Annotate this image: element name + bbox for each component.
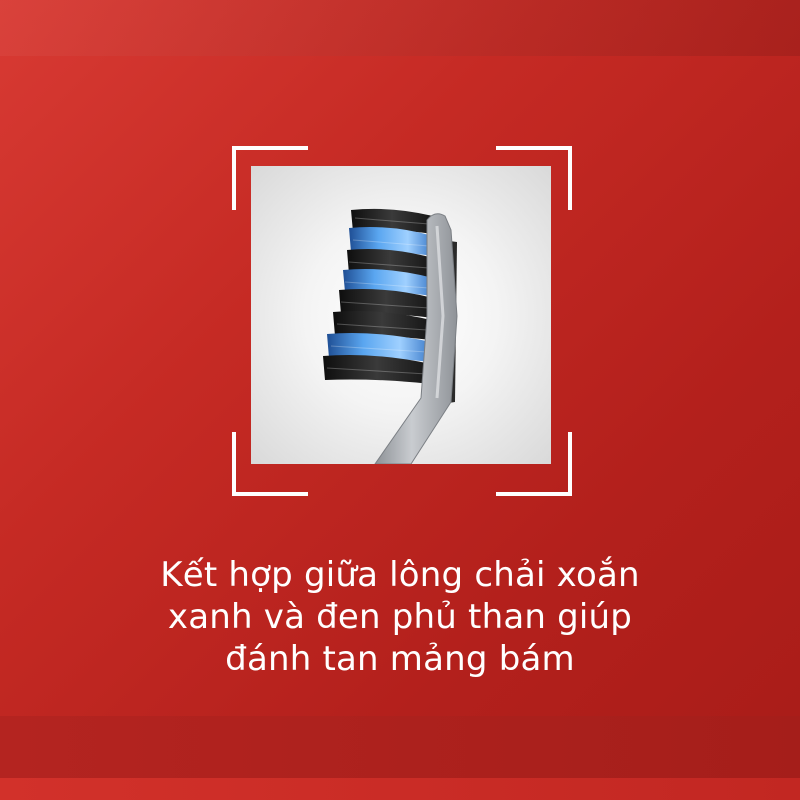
caption-line-2: xanh và đen phủ than giúp (167, 597, 633, 637)
caption-line-1: Kết hợp giữa lông chải xoắn (160, 555, 640, 595)
bottom-band (0, 716, 800, 800)
toothbrush-head-icon (323, 208, 458, 464)
top-band (0, 0, 800, 56)
product-photo (251, 166, 551, 464)
caption-line-3: đánh tan mảng bám (225, 639, 575, 679)
caption: Kết hợp giữa lông chải xoắn xanh và đen … (100, 554, 700, 680)
bristles (323, 208, 433, 384)
